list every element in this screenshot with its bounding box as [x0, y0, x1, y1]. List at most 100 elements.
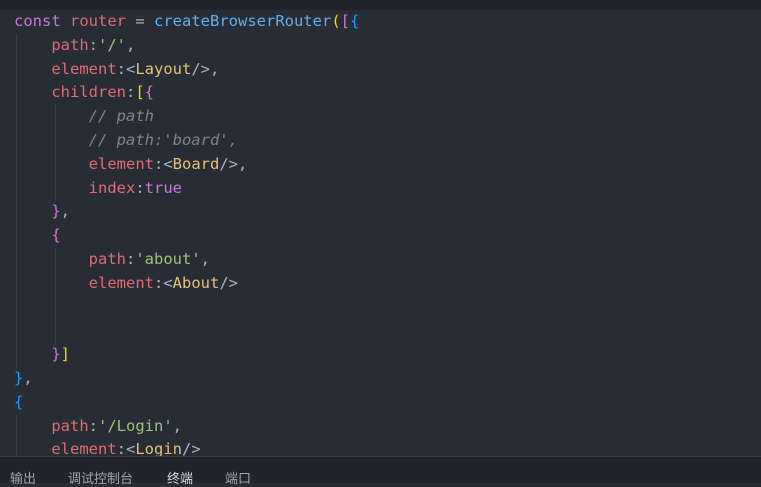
- indent-guide: [16, 295, 17, 320]
- code-token: children: [51, 83, 126, 102]
- indent-guide: [54, 295, 56, 320]
- code-token: <: [163, 154, 173, 173]
- indent-guide: [16, 319, 17, 344]
- code-line[interactable]: },: [14, 367, 761, 391]
- code-token: element: [88, 273, 154, 292]
- code-token: ,: [60, 202, 71, 221]
- code-line[interactable]: // path:'board',: [14, 128, 761, 153]
- code-token: :: [88, 35, 98, 54]
- indent-guide: [16, 343, 17, 367]
- code-line[interactable]: element:<Board/>,: [14, 152, 761, 177]
- code-token: const: [14, 12, 70, 30]
- indent-guide: [16, 176, 17, 201]
- indent-guide: [16, 152, 17, 177]
- indent-guide: [54, 271, 56, 296]
- code-token: }: [14, 368, 24, 387]
- code-token: {: [51, 226, 61, 245]
- indent-guide: [54, 176, 56, 201]
- code-token: ,: [210, 59, 220, 78]
- indent-guide: [16, 224, 17, 248]
- indent-guide: [54, 319, 56, 344]
- code-line[interactable]: [14, 319, 761, 344]
- code-token: :: [153, 154, 164, 173]
- code-token: :: [125, 249, 136, 268]
- panel-tab[interactable]: 终端: [167, 468, 193, 487]
- code-token: }: [51, 345, 61, 364]
- code-line[interactable]: {: [14, 224, 761, 248]
- code-token: <: [163, 273, 173, 292]
- code-token: Layout: [135, 59, 192, 78]
- code-token: }: [51, 202, 61, 221]
- code-token: true: [144, 178, 182, 197]
- code-token: index: [88, 178, 136, 197]
- code-line[interactable]: path:'/',: [14, 33, 761, 58]
- panel-tab-bar: 输出 调试控制台 终端 端口: [0, 456, 761, 487]
- code-line[interactable]: },: [14, 200, 761, 225]
- panel-tab[interactable]: 调试控制台: [68, 468, 133, 487]
- code-token: />: [182, 440, 201, 456]
- code-token: [: [135, 83, 145, 102]
- code-token: ,: [126, 35, 136, 54]
- indent-guide: [16, 33, 17, 58]
- code-token: :: [116, 59, 126, 78]
- code-line[interactable]: element:<About/>: [14, 271, 761, 296]
- code-line[interactable]: {: [14, 391, 761, 415]
- code-line[interactable]: element:<Login/>: [14, 438, 761, 456]
- code-token: 'about': [135, 249, 201, 268]
- code-token: path: [51, 416, 89, 435]
- code-line[interactable]: path:'/Login',: [14, 414, 761, 439]
- code-token: Login: [135, 440, 183, 456]
- code-line[interactable]: path:'about',: [14, 247, 761, 272]
- code-area[interactable]: const router = createBrowserRouter([{ pa…: [14, 10, 761, 456]
- code-token: ,: [172, 416, 182, 435]
- code-token: ]: [60, 345, 71, 364]
- indent-guide: [54, 247, 56, 272]
- code-token: <: [126, 440, 136, 456]
- indent-guide: [16, 128, 17, 153]
- code-line[interactable]: // path: [14, 105, 761, 129]
- indent-guide: [16, 438, 17, 456]
- indent-guide: [16, 200, 17, 225]
- code-token: />: [191, 59, 211, 78]
- code-token: {: [350, 12, 360, 30]
- code-token: =: [126, 12, 154, 30]
- code-token: element: [51, 59, 117, 78]
- indent-guide: [16, 247, 17, 272]
- code-token: path: [88, 249, 126, 268]
- indent-guide: [54, 152, 56, 177]
- code-token: // path:'board',: [88, 130, 238, 149]
- indent-guide: [16, 57, 17, 82]
- panel-tab[interactable]: 端口: [225, 468, 251, 487]
- panel-tab[interactable]: 输出: [10, 468, 36, 487]
- code-token: :: [135, 178, 145, 197]
- code-token: '/': [98, 35, 126, 54]
- code-line[interactable]: const router = createBrowserRouter([{: [14, 10, 761, 34]
- code-token: About: [172, 273, 220, 292]
- code-token: ,: [238, 154, 248, 173]
- code-token: {: [144, 83, 155, 102]
- code-line[interactable]: [14, 295, 761, 320]
- indent-guide: [16, 414, 17, 439]
- code-token: :: [153, 273, 164, 292]
- code-editor[interactable]: const router = createBrowserRouter([{ pa…: [0, 0, 761, 456]
- code-token: path: [51, 35, 89, 54]
- code-token: ,: [23, 368, 33, 387]
- code-line[interactable]: index:true: [14, 176, 761, 201]
- indent-guide: [54, 105, 56, 129]
- code-token: Board: [172, 154, 220, 173]
- code-line[interactable]: element:<Layout/>,: [14, 57, 761, 82]
- code-line[interactable]: children:[{: [14, 81, 761, 106]
- code-line[interactable]: }]: [14, 343, 761, 367]
